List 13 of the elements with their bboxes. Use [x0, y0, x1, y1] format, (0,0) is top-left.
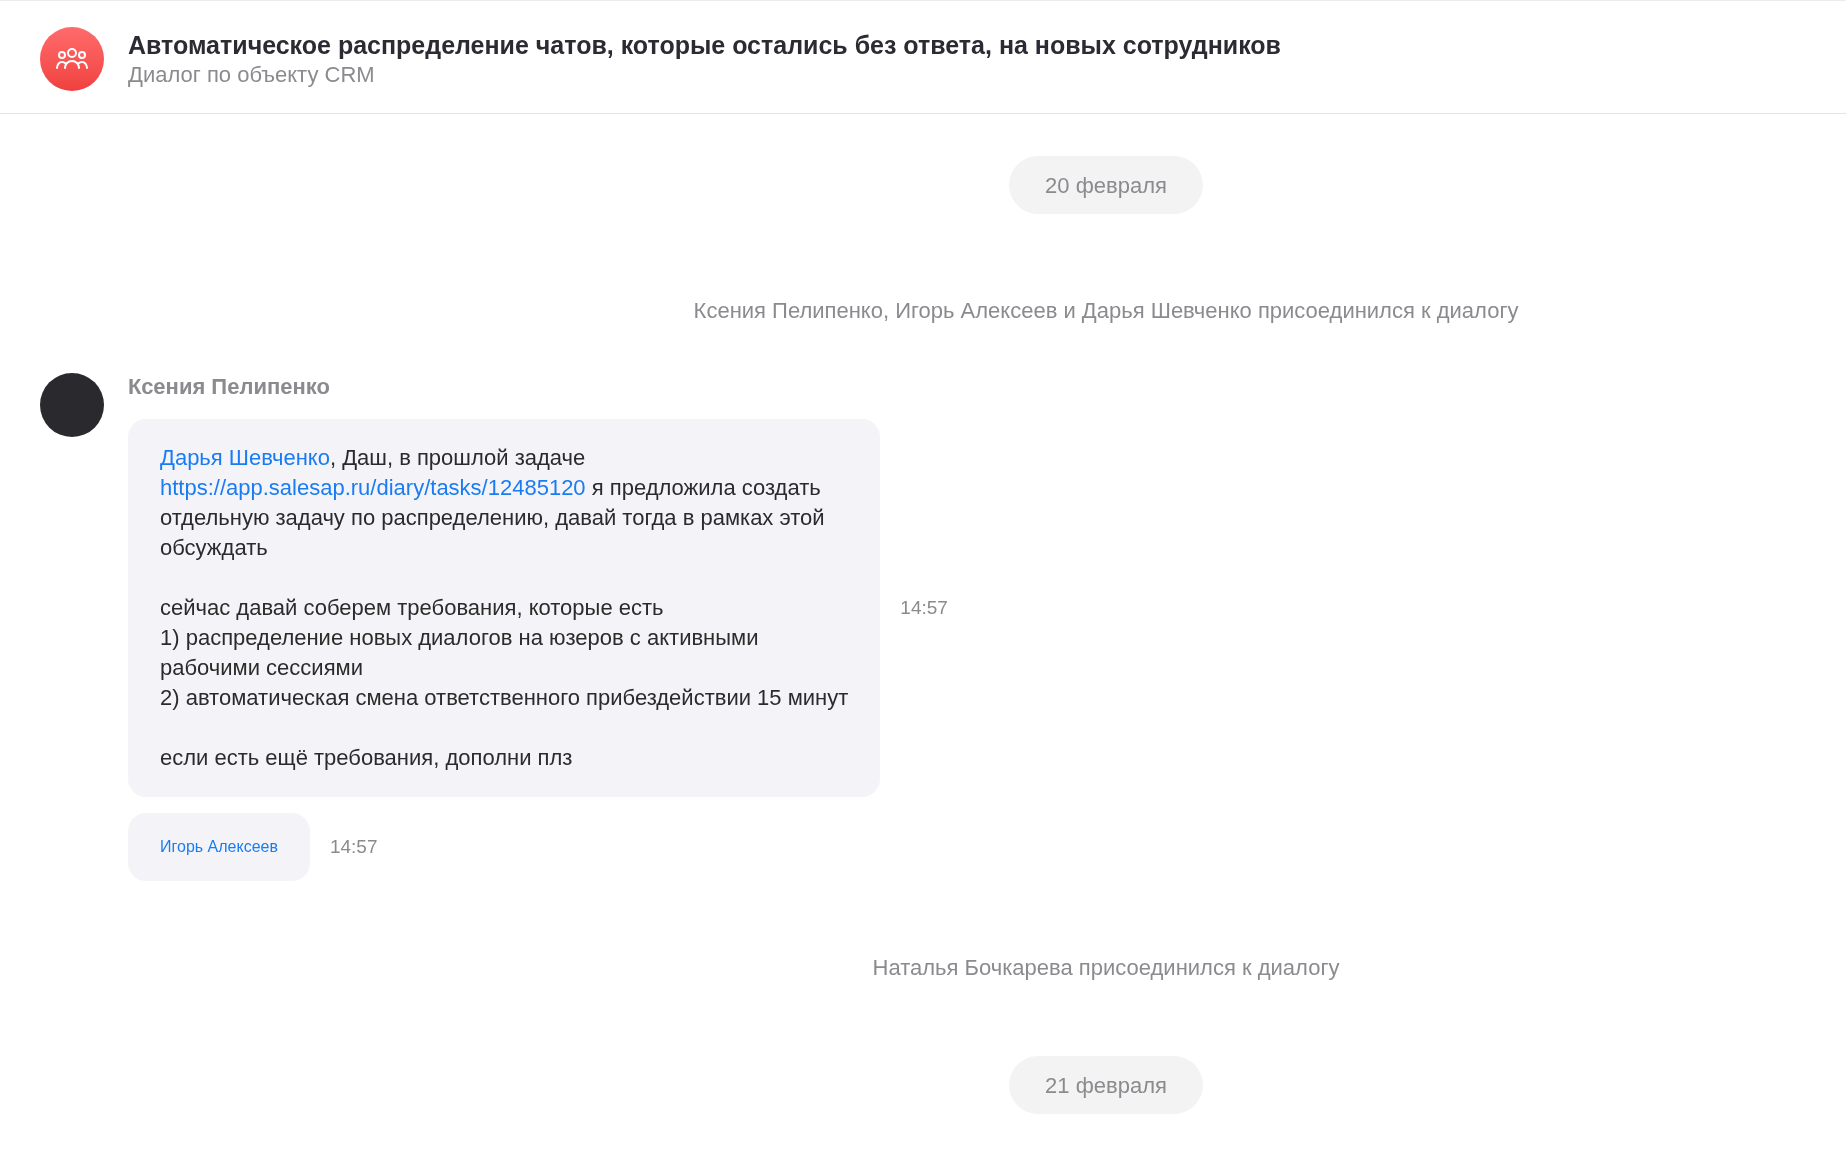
- author-name: Ксения Пелипенко: [128, 373, 331, 401]
- message-time: 14:57: [900, 595, 948, 620]
- url-link[interactable]: https://app.salesap.ru/diary/tasks/12485120: [160, 475, 586, 500]
- message-time: 14:57: [329, 834, 378, 859]
- system-message: Ксения Пелипенко, Игорь Алексеев и Дарья Шевченко присоединился к диалогу: [693, 297, 1519, 325]
- message-text: Дарья Шевченко, Даш, в прошлой задаче https://app.salesap.ru/diary/tasks/12485120 я предложила создать отдельную задачу по распределению, давай тогда в рамках этой обсуждать сейчас давай соберем требования, которые есть 1) распределение новых диалогов на юзеров с активными рабочими сессиями 2) автоматическая смена ответственного прибездействии 15 минут если есть ещё требования, дополни плз: [160, 444, 849, 772]
- date-pill: 20 февраля: [1009, 156, 1203, 214]
- system-message: Наталья Бочкарева присоединился к диалогу: [872, 954, 1340, 982]
- date-pill: 21 февраля: [1009, 1056, 1203, 1114]
- chat-title: Автоматическое распределение чатов, которые остались без ответа, на новых сотрудников: [128, 29, 1281, 61]
- chat-subtitle: Диалог по объекту CRM: [128, 60, 376, 89]
- mention-link[interactable]: Игорь Алексеев: [160, 838, 278, 855]
- mention-link[interactable]: Дарья Шевченко: [160, 445, 330, 470]
